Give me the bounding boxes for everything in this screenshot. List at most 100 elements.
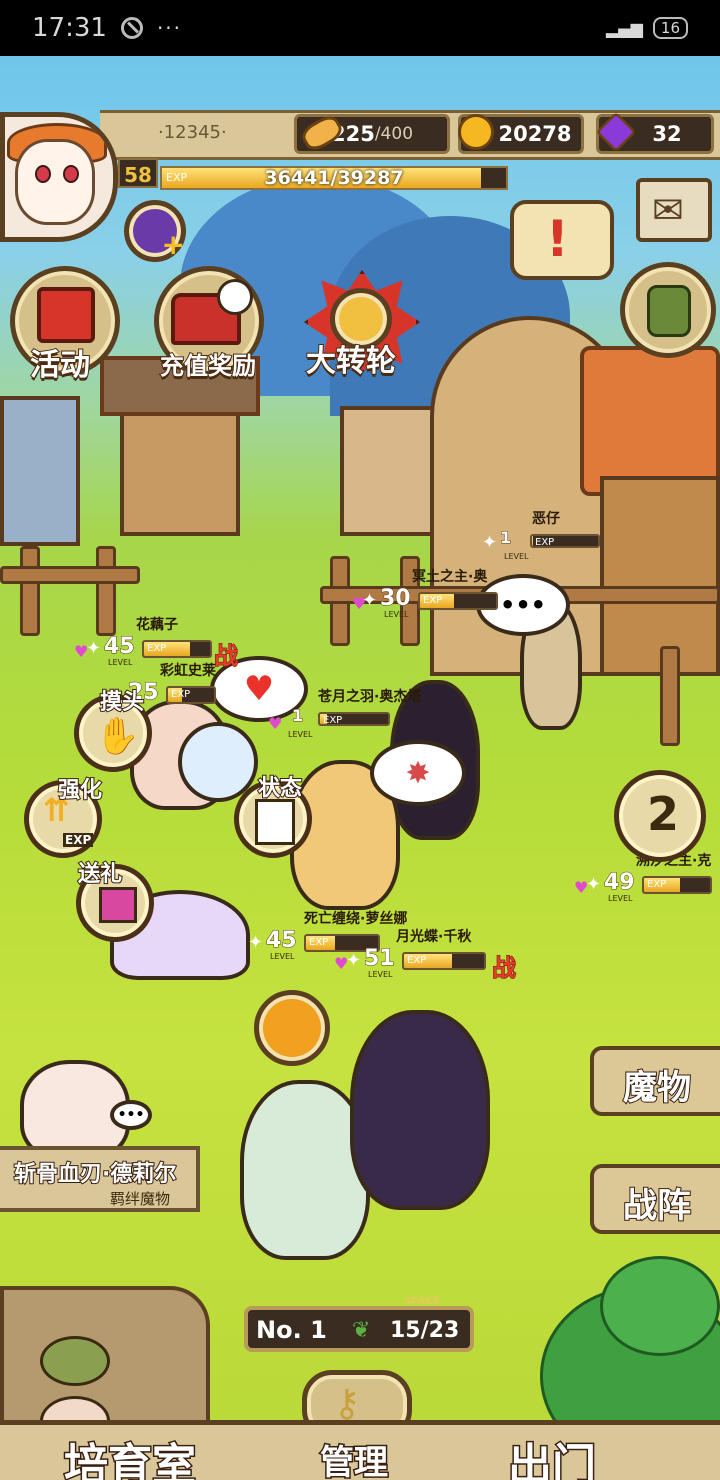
fence-rail — [0, 566, 140, 584]
character-level: 30 — [380, 586, 412, 612]
backpack-icon — [647, 285, 691, 337]
gift-label: 送礼 — [77, 861, 123, 888]
bone-icon: ✦ — [346, 950, 362, 971]
character-name: 彩虹史莱 — [160, 663, 216, 679]
level-word: LEVEL — [368, 970, 393, 979]
formation-label: 战阵 — [622, 1185, 692, 1227]
character-name: 恶仔 — [532, 511, 560, 527]
barn-wall — [600, 476, 720, 676]
character-exp-bar: EXP — [530, 534, 600, 548]
barn-roof — [580, 346, 720, 496]
clock: 17:31 — [32, 13, 107, 43]
player-id: ·12345· — [158, 122, 227, 143]
character-name: 死亡缠绕·萝丝娜 — [304, 911, 408, 927]
bone-icon: ✦ — [586, 874, 602, 895]
character-sprite[interactable] — [350, 1010, 490, 1210]
exp-word: EXP — [535, 537, 555, 548]
character-name: 苍月之羽·奥杰塔 — [318, 689, 422, 705]
formation-button[interactable]: 战阵 — [590, 1164, 720, 1234]
avatar-eye — [35, 165, 51, 183]
battery-indicator: 16 — [652, 17, 688, 39]
bone-icon: ✦ — [86, 638, 102, 659]
exp-value: 36441/39287 — [264, 167, 404, 189]
exclamation-icon: ! — [546, 210, 569, 268]
nav-manage[interactable]: 管理 — [319, 1435, 390, 1480]
character-exp-bar: EXP — [642, 876, 712, 894]
character-exp-fill — [532, 536, 534, 546]
profile-card-icon — [255, 799, 295, 845]
character-tag[interactable]: ♥ 苍月之羽·奥杰塔 1 LEVEL EXP — [268, 689, 421, 740]
fence-post — [96, 546, 116, 636]
space-count: 15/23 — [390, 1318, 460, 1343]
tree — [600, 1256, 720, 1356]
buy-gems-button[interactable]: + — [124, 200, 186, 262]
character-level: 49 — [604, 870, 636, 896]
house — [0, 396, 80, 546]
keys-icon: ⚷ — [333, 1381, 361, 1425]
chat-bubble-small[interactable]: ••• — [110, 1100, 152, 1130]
next-page-button[interactable]: 2 — [614, 770, 706, 862]
space-counter: No. 1 ❦ SPACE 15/23 — [244, 1296, 474, 1352]
character-tag[interactable]: ♥ ✦ 冥土之主·奥 30 LEVEL EXP — [352, 569, 512, 620]
character-tag[interactable]: ♥ ✦ 溯汐之主·克 49 LEVEL EXP — [574, 853, 720, 904]
recharge-reward-label: 充值奖励 — [159, 351, 257, 381]
signal-icon: ▂▄▆ — [605, 18, 643, 38]
level-word: LEVEL — [270, 952, 295, 961]
backpack-button[interactable] — [620, 262, 716, 358]
character-level: 45 — [266, 928, 298, 954]
nav-go-out[interactable]: 出门 — [507, 1429, 598, 1480]
mail-button[interactable]: ✉ — [636, 178, 712, 242]
emotion-bubble[interactable]: ✸ — [370, 740, 466, 806]
anger-icon: ✸ — [405, 755, 431, 791]
battle-marker: 战 — [492, 954, 517, 983]
envelope-icon: ✉ — [652, 188, 684, 232]
page-number: 2 — [647, 787, 680, 841]
character-tag[interactable]: ♥ ✦ 月光蝶·千秋 51 LEVEL EXP 战 — [334, 929, 526, 983]
exp-word: EXP — [407, 955, 427, 966]
level-word: LEVEL — [384, 610, 409, 619]
space-label: SPACE — [404, 1296, 440, 1307]
gold-value: 20278 — [498, 122, 572, 146]
level-word: LEVEL — [108, 658, 133, 667]
do-not-disturb-icon — [120, 17, 143, 39]
heart-icon: ♥ — [268, 714, 283, 733]
heart-icon: ♥ — [243, 669, 275, 709]
featured-monster-plate[interactable]: 斩骨血刃·德莉尔 羁绊魔物 — [0, 1146, 200, 1212]
exp-word: EXP — [323, 715, 343, 726]
featured-monster-subtitle: 羁绊魔物 — [109, 1190, 170, 1208]
hand-icon: ✋ — [95, 716, 140, 757]
character-level: 1 — [499, 528, 512, 548]
character-level: 1 — [291, 706, 304, 726]
character-level: 45 — [104, 634, 136, 660]
character-name: 花藕子 — [136, 617, 178, 633]
sun-icon — [254, 990, 330, 1066]
gold-coin-icon — [458, 114, 494, 150]
egg — [40, 1336, 110, 1386]
plus-icon: + — [161, 228, 185, 261]
avatar-eye — [63, 165, 79, 183]
level-word: LEVEL — [288, 730, 313, 739]
player-exp-bar: EXP 36441/39287 — [160, 166, 508, 190]
status-label: 状态 — [257, 775, 303, 802]
character-exp-bar: EXP — [402, 952, 486, 970]
bone-icon: ✦ — [248, 932, 264, 953]
player-avatar[interactable] — [0, 112, 118, 242]
character-exp-bar: EXP — [418, 592, 498, 610]
monsters-button[interactable]: 魔物 — [590, 1046, 720, 1116]
stamina-max: /400 — [374, 124, 414, 144]
fence-post — [660, 646, 680, 746]
character-name: 冥土之主·奥 — [412, 569, 488, 585]
gem-value: 32 — [652, 122, 682, 146]
character-name: 月光蝶·千秋 — [396, 929, 472, 945]
avatar-face — [15, 139, 95, 225]
character-level: 51 — [364, 946, 396, 972]
pet-label: 摸头 — [99, 689, 145, 716]
activity-label: 活动 — [29, 347, 91, 384]
nav-nursery[interactable]: 培育室 — [63, 1429, 198, 1480]
ellipsis-icon: ••• — [117, 1107, 145, 1123]
clock-icon — [217, 279, 253, 315]
gift-icon — [99, 887, 137, 923]
character-tag[interactable]: ✦ 恶仔 1 LEVEL EXP — [482, 511, 622, 562]
exp-word: EXP — [309, 937, 329, 948]
quest-scroll-button[interactable]: ! — [510, 200, 614, 280]
